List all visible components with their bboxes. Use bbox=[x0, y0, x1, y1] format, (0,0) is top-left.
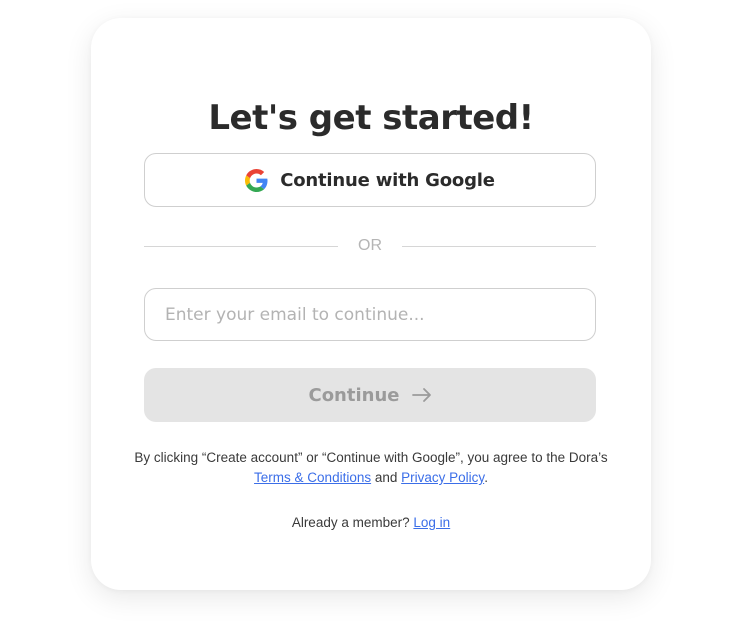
or-divider: OR bbox=[144, 236, 596, 256]
continue-with-google-button[interactable]: Continue with Google bbox=[144, 153, 596, 207]
continue-button[interactable]: Continue bbox=[144, 368, 596, 422]
continue-button-label: Continue bbox=[308, 384, 400, 406]
google-g-icon bbox=[245, 168, 268, 192]
privacy-policy-link[interactable]: Privacy Policy bbox=[401, 470, 484, 485]
signup-card: Let's get started! Continue with Google … bbox=[91, 18, 651, 590]
google-button-label: Continue with Google bbox=[280, 169, 495, 191]
divider-line-left bbox=[144, 245, 338, 247]
arrow-right-icon bbox=[411, 387, 432, 403]
member-prompt-text: Already a member? bbox=[291, 515, 410, 530]
terms-conditions-link[interactable]: Terms & Conditions bbox=[254, 470, 371, 485]
email-input[interactable] bbox=[144, 288, 596, 341]
member-login-row: Already a member? Log in bbox=[91, 515, 651, 530]
legal-and-text: and bbox=[374, 470, 398, 485]
legal-notice: By clicking “Create account” or “Continu… bbox=[131, 448, 611, 488]
page-title: Let's get started! bbox=[208, 98, 534, 138]
login-link[interactable]: Log in bbox=[413, 515, 450, 530]
legal-prefix-text: By clicking “Create account” or “Continu… bbox=[134, 450, 608, 465]
legal-suffix-text: . bbox=[484, 470, 488, 485]
divider-line-right bbox=[402, 245, 596, 247]
divider-text: OR bbox=[358, 237, 382, 254]
